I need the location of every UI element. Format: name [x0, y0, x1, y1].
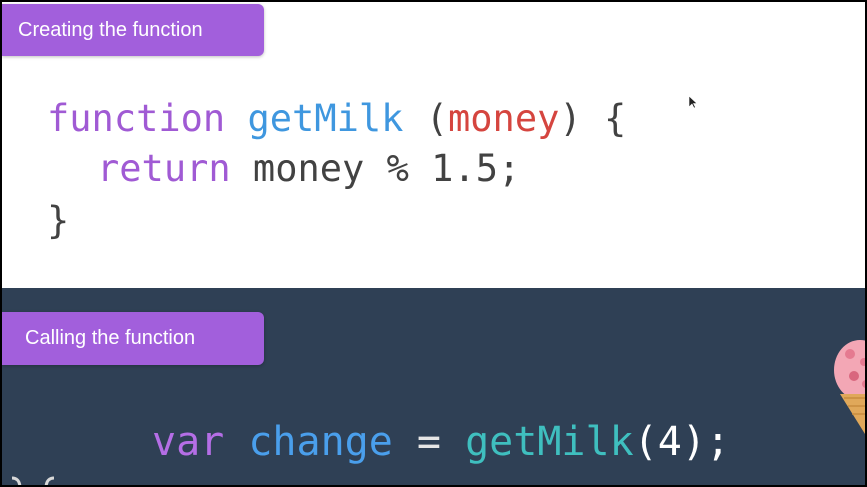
- keyword-function: function: [47, 97, 226, 140]
- code-line-return: return money % 1.5;: [97, 144, 520, 194]
- function-definition-panel: Creating the function function getMilk (…: [2, 2, 865, 288]
- brace-icon: [11, 476, 55, 485]
- section-label-creating: Creating the function: [2, 4, 264, 56]
- code-line-close-brace: }: [47, 196, 69, 246]
- called-function-name: getMilk: [465, 419, 634, 465]
- keyword-return: return: [97, 147, 231, 190]
- close-paren-brace: ) {: [559, 97, 627, 140]
- ice-cream-icon: [834, 340, 865, 434]
- code-line-function-signature: function getMilk (money) {: [47, 94, 626, 144]
- closing-brace: }: [47, 199, 70, 242]
- function-call-panel: Calling the function var change = getMil…: [2, 288, 865, 485]
- cursor-icon: [688, 95, 698, 109]
- open-paren: (: [403, 97, 448, 140]
- function-name: getMilk: [247, 97, 404, 140]
- equals-sign: =: [392, 419, 466, 465]
- parameter-name: money: [448, 97, 560, 140]
- keyword-var: var: [152, 419, 225, 465]
- slide-frame: Creating the function function getMilk (…: [2, 2, 865, 485]
- call-arguments: (4);: [633, 419, 730, 465]
- variable-name: change: [248, 419, 393, 465]
- return-expression: money % 1.5;: [230, 147, 521, 190]
- section-label-calling: Calling the function: [2, 312, 264, 365]
- code-line-function-call: var change = getMilk(4);: [152, 417, 730, 467]
